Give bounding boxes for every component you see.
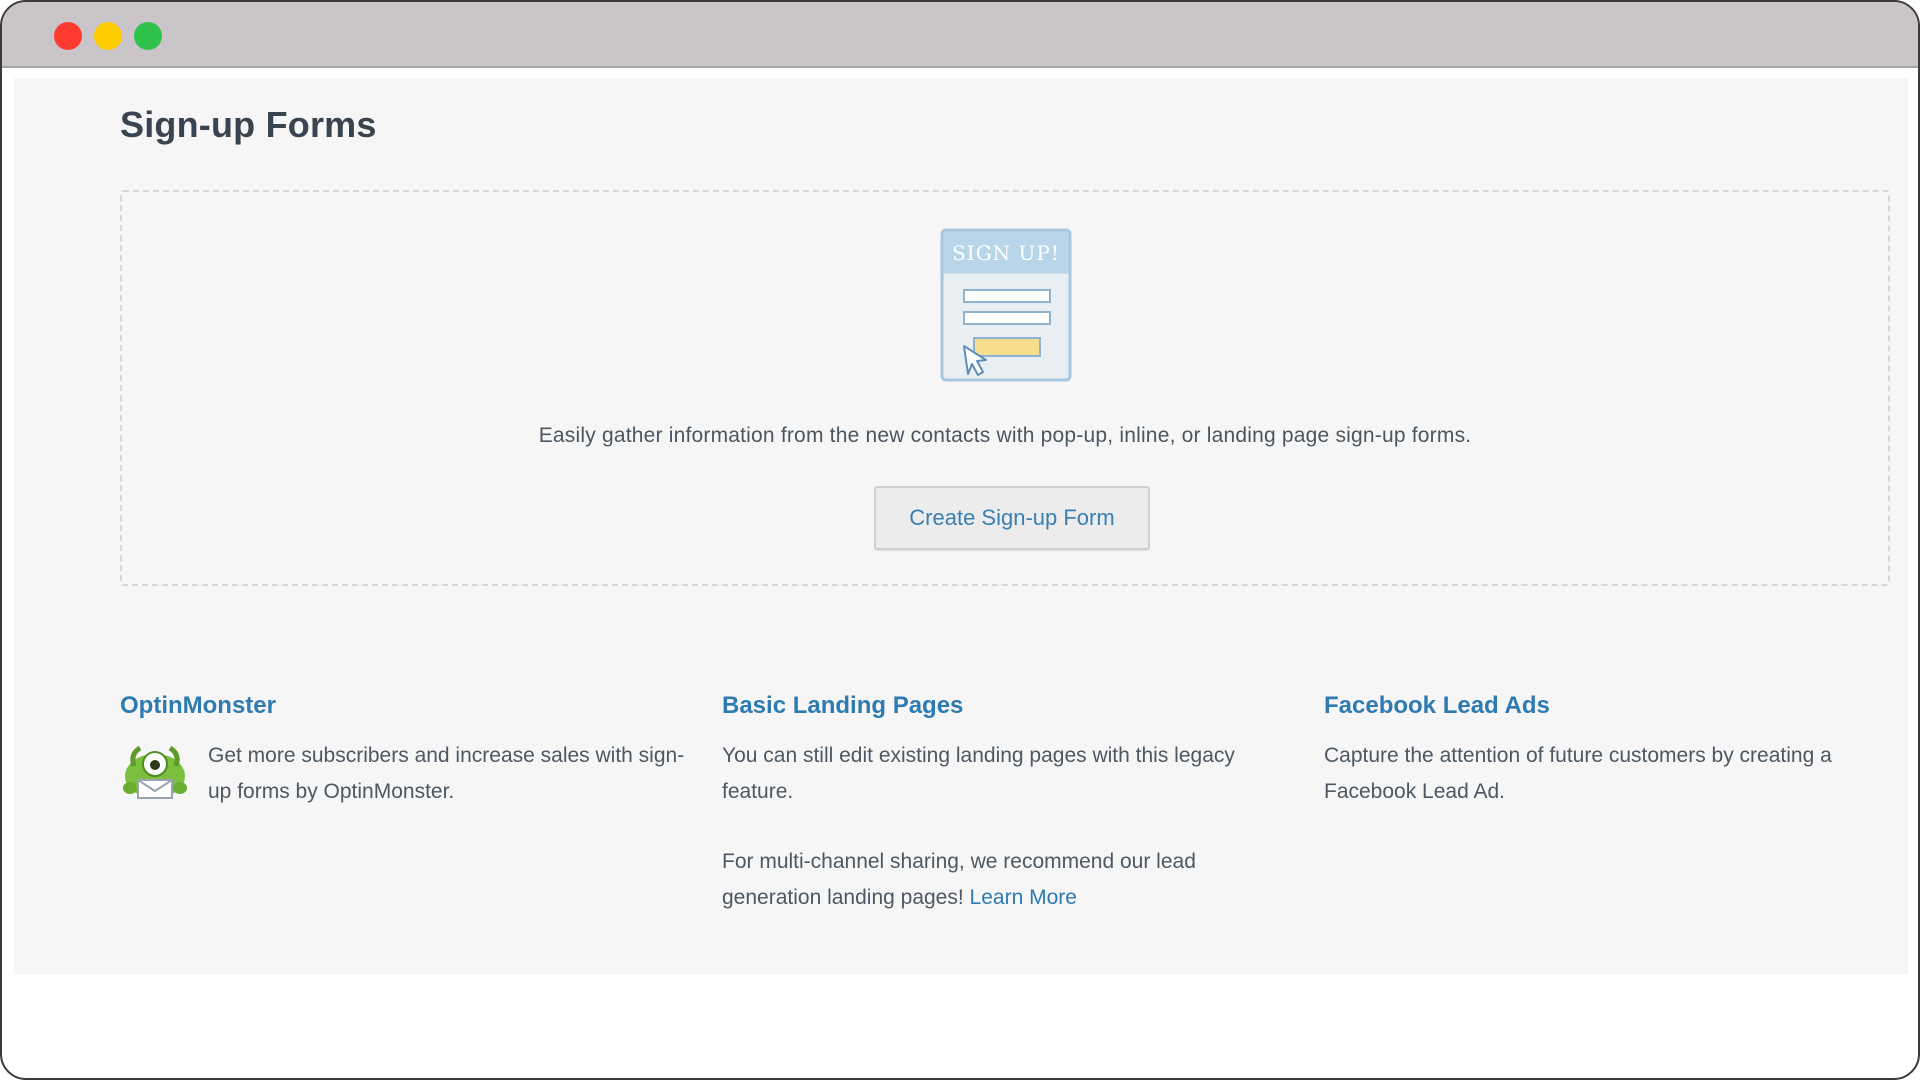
basic-landing-pages-section: Basic Landing Pages You can still edit e…	[722, 692, 1282, 916]
create-signup-form-button[interactable]: Create Sign-up Form	[874, 486, 1150, 550]
svg-text:SIGN UP!: SIGN UP!	[952, 241, 1060, 265]
empty-state-description: Easily gather information from the new c…	[538, 424, 1472, 447]
window-titlebar	[2, 2, 1918, 68]
learn-more-link[interactable]: Learn More	[970, 886, 1077, 909]
close-window-button[interactable]	[54, 22, 82, 50]
basic-landing-pages-link[interactable]: Basic Landing Pages	[722, 692, 1282, 720]
facebook-lead-ads-description: Capture the attention of future customer…	[1324, 744, 1832, 803]
landing-pages-recommendation: For multi-channel sharing, we recommend …	[722, 844, 1282, 916]
optinmonster-section: OptinMonster Get more subscribers and in…	[120, 692, 690, 810]
landing-pages-recommendation-text: For multi-channel sharing, we recommend …	[722, 850, 1196, 909]
page-title: Sign-up Forms	[120, 104, 377, 145]
browser-window: Sign-up Forms SIGN UP! Easily gather inf…	[0, 0, 1920, 1080]
optinmonster-link[interactable]: OptinMonster	[120, 692, 690, 720]
signup-form-illustration-icon: SIGN UP!	[940, 228, 1072, 382]
page-content: Sign-up Forms SIGN UP! Easily gather inf…	[14, 78, 1908, 974]
maximize-window-button[interactable]	[134, 22, 162, 50]
facebook-lead-ads-section: Facebook Lead Ads Capture the attention …	[1324, 692, 1894, 810]
facebook-lead-ads-link[interactable]: Facebook Lead Ads	[1324, 692, 1894, 720]
landing-pages-legacy-text: You can still edit existing landing page…	[722, 744, 1235, 803]
optinmonster-description: Get more subscribers and increase sales …	[208, 744, 685, 803]
optinmonster-mascot-icon	[123, 745, 187, 799]
minimize-window-button[interactable]	[94, 22, 122, 50]
signup-forms-empty-state: SIGN UP! Easily gather information from …	[120, 190, 1890, 586]
